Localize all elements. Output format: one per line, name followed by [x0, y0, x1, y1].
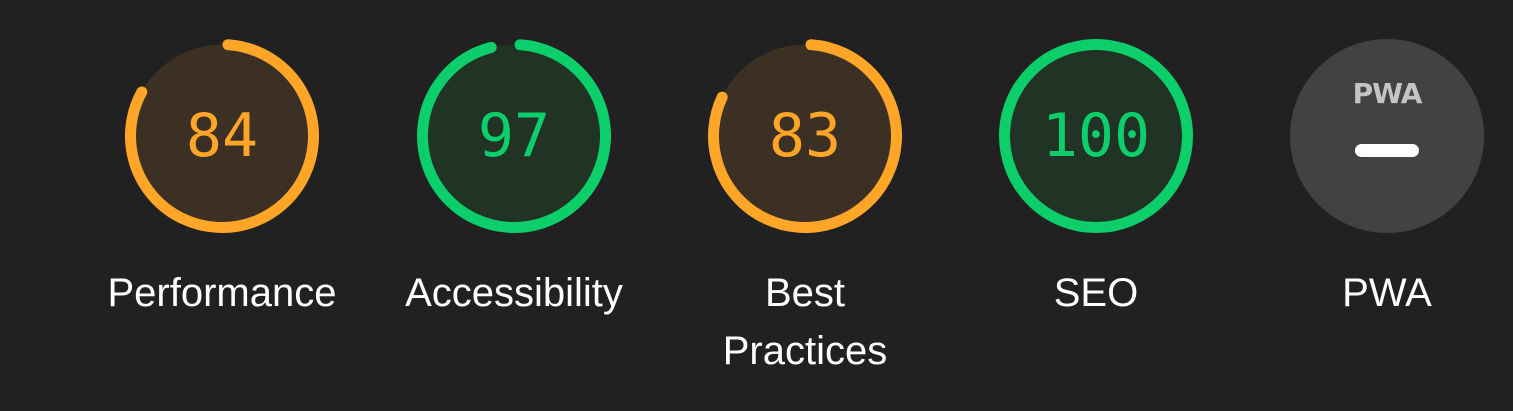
pwa-badge — [1290, 39, 1484, 233]
gauge-seo[interactable]: 100 SEO — [951, 0, 1241, 411]
gauge-label: Best Practices — [722, 271, 888, 373]
gauge-score: 100 — [1041, 101, 1151, 171]
gauge-performance[interactable]: 84 Performance — [77, 0, 367, 411]
not-applicable-dash-icon — [1355, 144, 1419, 157]
gauge-pwa[interactable]: PWA PWA — [1242, 0, 1513, 411]
gauge-score: 97 — [477, 101, 551, 171]
pwa-logo-icon: PWA — [1352, 77, 1423, 110]
gauge-label: PWA — [1342, 271, 1432, 315]
gauge-score: 83 — [768, 101, 842, 171]
gauge-label: Performance — [107, 271, 337, 315]
gauge-label: SEO — [1053, 271, 1139, 315]
gauge-label: Accessibility — [405, 271, 623, 315]
gauge-best-practices[interactable]: 83 Best Practices — [660, 0, 950, 411]
gauge-score: 84 — [185, 101, 259, 171]
gauge-accessibility[interactable]: 97 Accessibility — [369, 0, 659, 411]
lighthouse-scores: 84 Performance 97 Accessibility 83 Best … — [0, 0, 1513, 411]
